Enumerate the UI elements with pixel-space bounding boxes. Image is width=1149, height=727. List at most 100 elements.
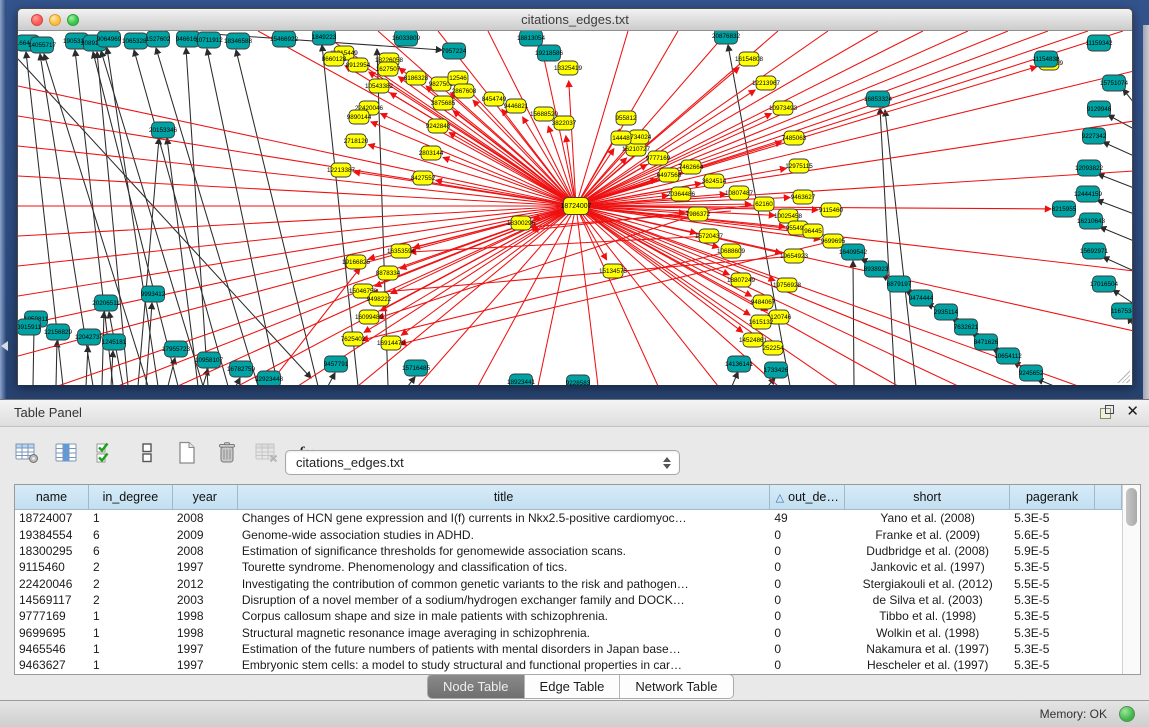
network-node[interactable]: 9890144 [347, 110, 372, 124]
select-all-checks-icon[interactable] [94, 440, 120, 466]
table-cell[interactable]: 5.3E-5 [1010, 626, 1095, 640]
network-edge[interactable] [853, 261, 854, 385]
network-node[interactable]: 1733426 [764, 362, 789, 378]
network-edge[interactable] [1103, 142, 1132, 156]
window-titlebar[interactable]: citations_edges.txt [18, 9, 1132, 31]
network-node[interactable]: 1627507 [376, 62, 401, 76]
table-cell[interactable]: 1 [89, 658, 173, 672]
network-node[interactable]: 9474444 [909, 290, 934, 306]
network-node[interactable]: 96445 [803, 224, 823, 238]
column-header-short[interactable]: short [845, 485, 1010, 509]
table-cell[interactable]: 1 [89, 642, 173, 656]
table-cell[interactable]: 5.3E-5 [1010, 658, 1095, 672]
table-cell[interactable]: Wolkin et al. (1998) [845, 626, 1010, 640]
column-header-in_degree[interactable]: in_degree [89, 485, 173, 509]
column-header-year[interactable]: year [173, 485, 238, 509]
table-cell[interactable]: 6 [89, 528, 173, 542]
network-node[interactable]: 9463627 [791, 190, 816, 204]
network-node[interactable]: 10688609 [717, 244, 746, 258]
table-cell[interactable]: 22420046 [15, 577, 89, 591]
network-node[interactable]: 16914479 [377, 336, 406, 350]
table-cell[interactable]: 1997 [173, 560, 238, 574]
tab-node-table[interactable]: Node Table [428, 675, 525, 698]
table-cell[interactable]: 0 [770, 642, 845, 656]
network-node[interactable]: 252254 [762, 341, 784, 355]
network-node[interactable]: 7632621 [954, 319, 979, 335]
column-header-pagerank[interactable]: pagerank [1010, 485, 1095, 509]
table-scrollbar-thumb[interactable] [1126, 488, 1137, 526]
network-edge[interactable] [418, 206, 576, 385]
network-edge[interactable] [18, 206, 576, 236]
network-edge[interactable] [134, 50, 228, 385]
table-cell[interactable]: Tibbo et al. (1998) [845, 609, 1010, 623]
network-node[interactable]: 10973493 [769, 101, 798, 115]
table-cell[interactable]: 9699695 [15, 626, 89, 640]
network-node[interactable]: 8215955 [1052, 201, 1077, 217]
network-node[interactable]: 9115460 [819, 203, 844, 217]
table-cell[interactable]: 0 [770, 593, 845, 607]
network-node[interactable]: 3624514 [702, 174, 727, 188]
table-cell[interactable]: 0 [770, 544, 845, 558]
network-edge[interactable] [18, 116, 576, 206]
network-node[interactable]: 20153346 [149, 122, 178, 138]
network-node[interactable]: 18807249 [727, 273, 756, 287]
network-node[interactable]: 7485063 [782, 131, 807, 145]
table-cell[interactable]: 1 [89, 609, 173, 623]
table-cell[interactable]: 9777169 [15, 609, 89, 623]
network-node[interactable]: 16210643 [1077, 213, 1106, 229]
toggle-columns-icon[interactable] [54, 440, 80, 466]
table-options-icon[interactable] [14, 440, 40, 466]
table-row[interactable]: 1872400712008Changes of HCN gene express… [15, 510, 1122, 526]
network-node[interactable]: 8878334 [376, 266, 401, 280]
table-cell[interactable]: Nakamura et al. (1997) [845, 642, 1010, 656]
network-node[interactable]: 19756928 [773, 278, 802, 292]
network-node[interactable]: 3822037 [552, 116, 577, 130]
column-header-out_de[interactable]: △out_de… [770, 485, 845, 509]
network-node[interactable]: 12444159 [1074, 186, 1103, 202]
network-node[interactable]: 6497568 [657, 168, 682, 182]
network-node[interactable]: 2718120 [344, 134, 369, 148]
table-cell[interactable]: 0 [770, 658, 845, 672]
network-node[interactable]: 20876832 [712, 31, 741, 44]
row-stack-icon[interactable] [134, 440, 160, 466]
table-cell[interactable]: Changes of HCN gene expression and I(f) … [238, 511, 771, 525]
network-node[interactable]: 18724007 [560, 198, 591, 215]
network-node[interactable]: 11159342 [1085, 35, 1113, 51]
table-cell[interactable]: 0 [770, 560, 845, 574]
network-node[interactable]: 9129946 [1087, 101, 1112, 117]
network-edge[interactable] [576, 31, 1008, 206]
network-node[interactable]: 12213387 [327, 163, 356, 177]
network-node[interactable]: 8186328 [404, 71, 429, 85]
table-cell[interactable]: 5.3E-5 [1010, 642, 1095, 656]
table-cell[interactable]: 5.5E-5 [1010, 577, 1095, 591]
table-cell[interactable]: 0 [770, 609, 845, 623]
network-node[interactable]: 12042737 [75, 329, 104, 345]
network-edge[interactable] [371, 122, 576, 206]
network-node[interactable]: 9457791 [324, 356, 349, 372]
network-edge[interactable] [328, 373, 335, 385]
citation-network-graph[interactable]: 1121544986601288912954182260581627507818… [18, 31, 1132, 385]
network-node[interactable]: 19218586 [535, 45, 564, 61]
table-cell[interactable]: Disruption of a novel member of a sodium… [238, 593, 771, 607]
network-node[interactable]: 10654112 [994, 348, 1022, 364]
network-node[interactable]: 18813054 [517, 31, 546, 46]
column-header-title[interactable]: title [238, 485, 771, 509]
network-node[interactable]: 1245181 [102, 334, 127, 350]
memory-ok-indicator[interactable] [1119, 706, 1135, 722]
table-cell[interactable]: 2 [89, 593, 173, 607]
table-cell[interactable]: Yano et al. (2008) [845, 511, 1010, 525]
network-node[interactable]: 17016504 [1090, 276, 1119, 292]
network-edge[interactable] [732, 372, 738, 385]
network-node[interactable]: 16099489 [355, 310, 384, 324]
network-node[interactable]: 12156829 [44, 324, 73, 340]
table-row[interactable]: 946362711997Embryonic stem cells: a mode… [15, 657, 1122, 673]
float-panel-icon[interactable] [1100, 405, 1114, 419]
network-node[interactable]: 9446821 [504, 99, 529, 113]
network-node[interactable]: 7986372 [686, 207, 711, 221]
network-canvas[interactable]: 1121544986601288912954182260581627507818… [18, 31, 1132, 385]
network-edge[interactable] [33, 328, 34, 385]
network-node[interactable]: 10711912 [195, 32, 223, 48]
network-edge[interactable] [186, 48, 208, 385]
network-node[interactable]: 16853324 [864, 91, 893, 107]
network-node[interactable]: 10807487 [725, 186, 754, 200]
